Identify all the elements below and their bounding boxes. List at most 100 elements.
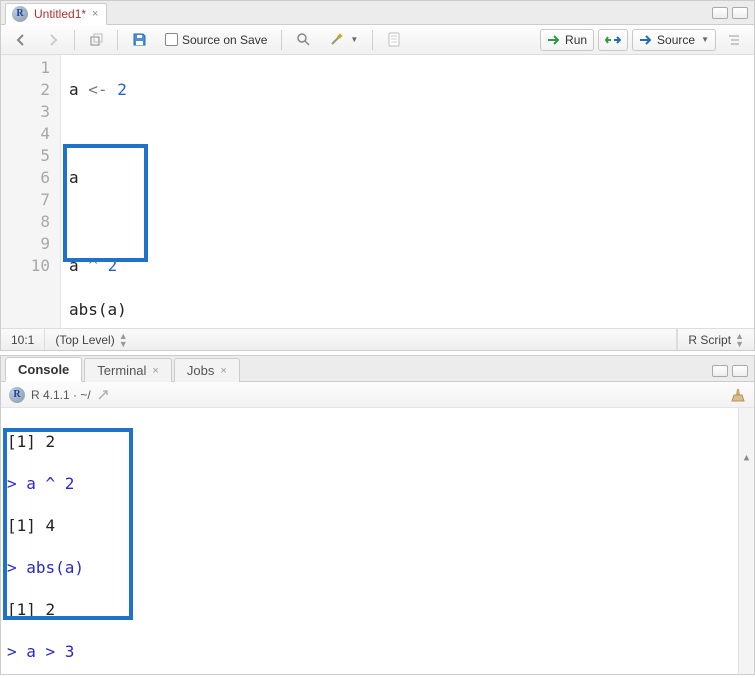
code-token: (a) xyxy=(98,300,127,319)
outline-button[interactable] xyxy=(720,29,748,51)
run-arrow-icon xyxy=(547,34,561,46)
line-number: 9 xyxy=(1,233,50,255)
run-label: Run xyxy=(565,33,587,47)
line-number: 2 xyxy=(1,79,50,101)
scope-label: (Top Level) xyxy=(55,333,114,347)
console-header-label: R 4.1.1 · ~/ xyxy=(31,388,91,402)
checkbox-icon xyxy=(165,33,178,46)
forward-button[interactable] xyxy=(39,29,67,51)
tab-terminal[interactable]: Terminal × xyxy=(84,358,172,382)
chevron-down-icon: ▼ xyxy=(701,35,709,44)
popout-icon[interactable] xyxy=(97,389,109,401)
notebook-icon xyxy=(387,32,401,47)
separator xyxy=(74,30,75,50)
cursor-position-label: 10:1 xyxy=(11,333,34,347)
maximize-pane-button[interactable] xyxy=(732,365,748,377)
arrow-right-icon xyxy=(46,33,60,47)
compile-report-button[interactable] xyxy=(380,29,408,51)
cursor-position: 10:1 xyxy=(1,329,45,350)
editor-pane: R Untitled1* × xyxy=(0,0,755,351)
line-number: 4 xyxy=(1,123,50,145)
code-editor[interactable]: 1 2 3 4 5 6 7 8 9 10 a <- 2 a a ^ 2 abs(… xyxy=(1,55,754,328)
magic-wand-icon xyxy=(329,32,344,47)
code-token: abs xyxy=(69,300,98,319)
close-icon[interactable]: × xyxy=(152,365,158,377)
code-token: <- xyxy=(88,80,107,99)
editor-tabstrip: R Untitled1* × xyxy=(1,1,754,25)
arrow-left-icon xyxy=(14,33,28,47)
console-line: > abs(a) xyxy=(7,557,748,578)
clear-console-button[interactable] xyxy=(730,387,746,403)
scope-selector[interactable]: (Top Level) ▲▼ xyxy=(45,329,677,350)
line-number: 6 xyxy=(1,167,50,189)
source-button[interactable]: Source ▼ xyxy=(632,29,716,51)
updown-icon: ▲▼ xyxy=(735,332,744,348)
code-token: a xyxy=(69,80,79,99)
console-line: > a > 3 xyxy=(7,641,748,662)
separator xyxy=(281,30,282,50)
close-icon[interactable]: × xyxy=(220,365,226,377)
maximize-pane-button[interactable] xyxy=(732,7,748,19)
rerun-icon xyxy=(605,34,621,46)
line-gutter: 1 2 3 4 5 6 7 8 9 10 xyxy=(1,55,61,328)
line-number: 1 xyxy=(1,57,50,79)
console-pane: Console Terminal × Jobs × R R 4.1.1 · ~/… xyxy=(0,355,755,675)
pane-window-controls xyxy=(712,7,754,19)
line-number: 5 xyxy=(1,145,50,167)
console-line: [1] 4 xyxy=(7,515,748,536)
code-token: a xyxy=(69,168,79,187)
code-token: ^ xyxy=(88,256,98,275)
line-number: 10 xyxy=(1,255,50,277)
outline-icon xyxy=(727,33,741,47)
language-label: R Script xyxy=(688,333,731,347)
floppy-disk-icon xyxy=(132,32,147,47)
code-token: 2 xyxy=(108,256,118,275)
scroll-up-icon[interactable]: ▲ xyxy=(739,450,754,466)
source-label: Source xyxy=(657,33,695,47)
code-token: 2 xyxy=(117,80,127,99)
find-button[interactable] xyxy=(289,29,318,51)
minimize-pane-button[interactable] xyxy=(712,365,728,377)
back-button[interactable] xyxy=(7,29,35,51)
separator xyxy=(372,30,373,50)
r-logo-icon: R xyxy=(9,387,25,403)
editor-tab-title: Untitled1* xyxy=(34,7,86,21)
console-line: [1] 2 xyxy=(7,599,748,620)
console-tabstrip: Console Terminal × Jobs × xyxy=(1,356,754,382)
run-button[interactable]: Run xyxy=(540,29,594,51)
language-selector[interactable]: R Script ▲▼ xyxy=(677,329,754,350)
source-arrow-icon xyxy=(639,34,653,46)
line-number: 3 xyxy=(1,101,50,123)
tab-console[interactable]: Console xyxy=(5,357,82,382)
editor-toolbar: Source on Save ▼ Run xyxy=(1,25,754,55)
save-button[interactable] xyxy=(125,29,154,51)
editor-tab-untitled[interactable]: R Untitled1* × xyxy=(5,3,107,25)
separator xyxy=(117,30,118,50)
line-number: 8 xyxy=(1,211,50,233)
line-number: 7 xyxy=(1,189,50,211)
updown-icon: ▲▼ xyxy=(119,332,128,348)
tab-console-label: Console xyxy=(18,362,69,377)
magnifier-icon xyxy=(296,32,311,47)
rerun-button[interactable] xyxy=(598,29,628,51)
vertical-scrollbar[interactable]: ▲ xyxy=(738,408,754,674)
code-tools-button[interactable]: ▼ xyxy=(322,29,365,51)
console-header: R R 4.1.1 · ~/ xyxy=(1,382,754,408)
show-in-new-window-button[interactable] xyxy=(82,29,110,51)
pane-window-controls xyxy=(706,361,754,381)
source-on-save-label: Source on Save xyxy=(182,33,267,47)
code-area[interactable]: a <- 2 a a ^ 2 abs(a) a > 3 a < 1 xyxy=(61,55,754,328)
console-line: [1] 2 xyxy=(7,431,748,452)
close-icon[interactable]: × xyxy=(92,8,98,20)
minimize-pane-button[interactable] xyxy=(712,7,728,19)
code-token: a xyxy=(69,256,79,275)
console-line: > a ^ 2 xyxy=(7,473,748,494)
source-on-save-toggle[interactable]: Source on Save xyxy=(158,29,274,51)
tab-jobs[interactable]: Jobs × xyxy=(174,358,240,382)
tab-jobs-label: Jobs xyxy=(187,363,214,378)
editor-statusbar: 10:1 (Top Level) ▲▼ R Script ▲▼ xyxy=(1,328,754,350)
r-logo-icon: R xyxy=(12,6,28,22)
chevron-down-icon: ▼ xyxy=(350,35,358,44)
console-output[interactable]: [1] 2 > a ^ 2 [1] 4 > abs(a) [1] 2 > a >… xyxy=(1,408,754,674)
tab-terminal-label: Terminal xyxy=(97,363,146,378)
